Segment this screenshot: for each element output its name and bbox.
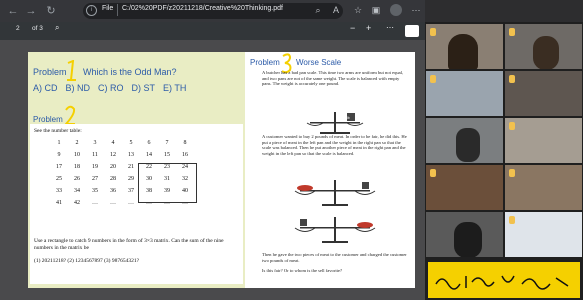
participant-tile[interactable] [505,71,582,116]
grid-cell: 1 [57,140,61,146]
zoom-icon[interactable]: ⌕ [312,4,324,16]
raised-hand-icon [430,169,436,177]
back-icon[interactable]: ← [6,4,20,18]
search-icon[interactable]: ⌕ [55,23,59,33]
participant-video [454,222,482,257]
grid-cell: 2 [75,140,79,146]
raised-hand-icon [509,28,515,36]
grid-cell: 3 [93,140,97,146]
matrix-rectangle [138,163,197,203]
participant-tile[interactable] [505,212,582,257]
page-number-input[interactable]: 2 [16,25,20,32]
grid-cell: 35 [92,188,98,194]
question-text: Use a rectangle to catch 9 numbers in th… [34,238,224,251]
grid-cell: 18 [74,164,80,170]
grid-row: 1 2 3 4 5 6 7 8 [50,140,194,152]
more-icon[interactable]: ⋯ [410,4,422,16]
grid-cell: 10 [74,152,80,158]
para-2: A customer wanted to buy 2 pounds of mea… [262,134,407,156]
choice-e: E) TH [163,83,187,93]
info-icon[interactable]: i [86,5,97,16]
participant-tile[interactable] [426,71,503,116]
participant-video [448,34,478,69]
zoom-in-button[interactable]: + [366,23,371,33]
grid-cell: 6 [147,140,151,146]
handwritten-scribble [435,275,569,290]
forward-icon[interactable]: → [24,4,38,18]
grid-cell: 41 [56,200,62,206]
grid-cell: 8 [183,140,187,146]
participant-tile[interactable] [426,165,503,210]
grid-cell: 19 [92,164,98,170]
grid-cell: 17 [56,164,62,170]
problem3-title: Worse Scale [296,58,342,67]
choice-c: C) RO [98,83,124,93]
grid-cell: 20 [110,164,116,170]
balance-scale-left-meat [294,180,376,206]
problem3-prefix: Problem [250,58,280,67]
grid-cell: 12 [110,152,116,158]
participant-tile[interactable] [505,118,582,163]
raised-hand-icon [509,169,515,177]
reload-icon[interactable]: ↻ [44,4,58,18]
pin-icon[interactable] [405,25,419,37]
handwritten-number-1 [67,60,76,81]
grid-cell: 4 [111,140,115,146]
grid-cell: 7 [165,140,169,146]
problem2-prefix: Problem [33,115,63,124]
participant-video [456,128,480,162]
grid-cell: 33 [56,188,62,194]
raised-hand-icon [430,75,436,83]
balance-scale-right-meat [294,217,376,243]
answer-options: (1) 20211218? (2) 1234567897 (3) 9876543… [34,258,140,264]
choice-b: B) ND [65,83,91,93]
read-aloud-icon[interactable]: A [330,4,342,16]
grid-cell: 36 [110,188,116,194]
grid-cell: … [110,200,116,206]
para-1: A butcher has a bad pan scale. This time… [262,70,404,87]
page-total: of 3 [32,25,43,32]
problem1-prefix: Problem [33,67,67,77]
divider [117,4,118,16]
grid-cell: 34 [74,188,80,194]
url-text: C:/02%20PDF/z20211218/Creative%20Thinkin… [122,5,283,12]
favorite-icon[interactable]: ☆ [352,4,364,16]
pdf-toolbar [0,22,425,40]
participant-video [533,36,559,69]
grid-cell: 26 [74,176,80,182]
balance-scale-illustration [306,112,364,134]
choices-row: A) CD B) ND C) RO D) ST E) TH [33,83,233,93]
participant-tile[interactable] [426,118,503,163]
raised-hand-icon [509,122,515,130]
handwritten-number-2 [63,105,76,125]
profile-avatar[interactable] [390,4,402,16]
weight-label: 1lb [345,116,350,120]
participant-tile[interactable] [426,24,503,69]
participant-tile[interactable] [505,165,582,210]
grid-cell: 25 [56,176,62,182]
para-3: Then he gave the two pieces of meat to t… [262,252,407,263]
grid-cell: 11 [92,152,98,158]
choice-d: D) ST [131,83,156,93]
grid-cell: 28 [110,176,116,182]
raised-hand-icon [509,75,515,83]
raised-hand-icon [430,28,436,36]
problem1-question: Which is the Odd Man? [83,67,177,77]
grid-cell: … [92,200,98,206]
file-label: File [102,5,114,12]
table-intro: See the number table: [34,128,82,134]
grid-cell: 9 [57,152,61,158]
grid-cell: 27 [92,176,98,182]
grid-cell: 42 [74,200,80,206]
participant-tile[interactable] [426,212,503,257]
para-4: Is this fair? Or to whom is the sell fav… [262,268,342,273]
choice-a: A) CD [33,83,58,93]
participant-tile[interactable] [505,24,582,69]
collections-icon[interactable]: ▣ [370,4,382,16]
zoom-out-button[interactable]: − [350,23,355,33]
raised-hand-icon [509,216,515,224]
grid-cell: 5 [129,140,133,146]
more-options-icon[interactable]: ⋯ [386,23,394,32]
